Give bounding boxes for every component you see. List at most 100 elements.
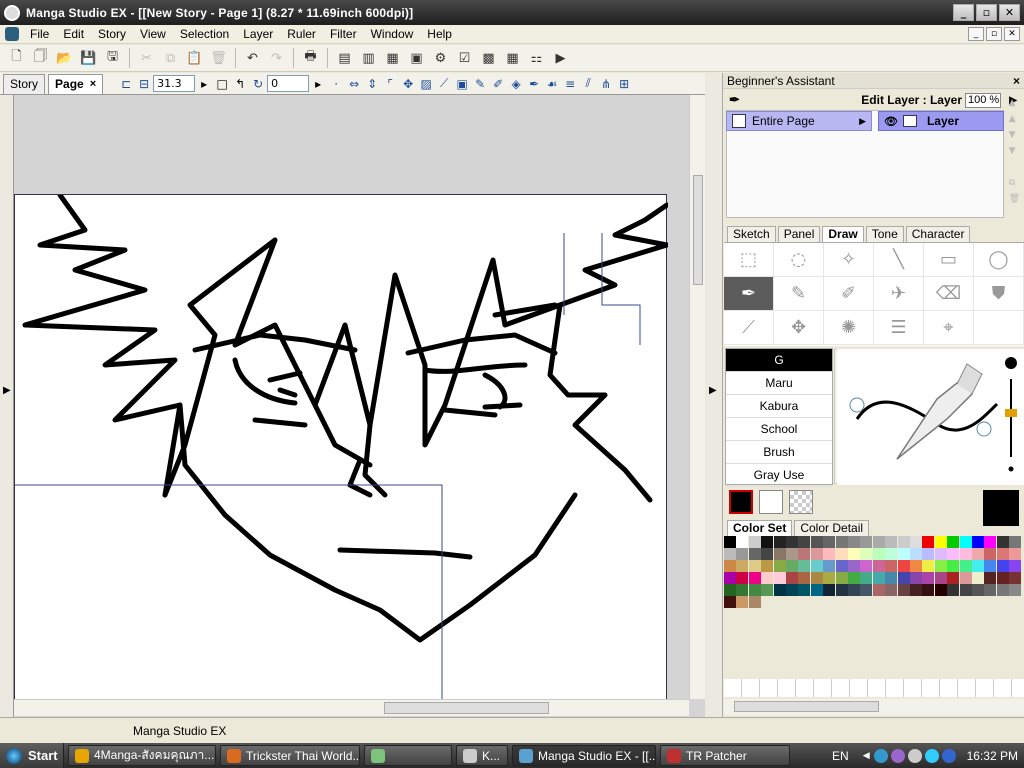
start-button[interactable]: Start [0,743,64,768]
rectangle-icon[interactable]: ▭ [924,243,974,277]
palette-color[interactable] [934,584,947,596]
focus-lines-icon[interactable]: ⋔ [597,75,615,93]
horizontal-scrollbar[interactable] [14,699,689,716]
new-page-icon[interactable]: 🗋 [6,48,27,69]
palette-color[interactable] [823,572,836,584]
palette-color[interactable] [773,560,786,572]
palette-color[interactable] [947,584,960,596]
palette-color[interactable] [798,584,811,596]
menu-help[interactable]: Help [420,27,459,41]
eyedropper-icon[interactable]: ✒ [525,75,543,93]
task-tr-patcher[interactable]: TR Patcher [660,745,790,766]
palette-color[interactable] [947,536,960,548]
save-all-icon[interactable]: 🖫 [102,48,123,69]
flip-vertical-icon[interactable]: ⇕ [363,75,381,93]
palette-color[interactable] [885,572,898,584]
tab-page[interactable]: Page × [48,73,104,94]
tray-icon[interactable] [890,748,905,763]
language-indicator[interactable]: EN [832,749,849,763]
eraser-icon[interactable]: ⌫ [924,277,974,311]
palette-color[interactable] [736,572,749,584]
parallel-lines-icon[interactable]: ☰ [874,311,924,345]
palette-color[interactable] [724,560,736,572]
menu-story[interactable]: Story [91,27,133,41]
palette-color[interactable] [736,584,749,596]
palette-color[interactable] [922,536,935,548]
palette-color[interactable] [897,584,910,596]
tray-expand-icon[interactable]: ◀ [863,750,870,761]
palette-color[interactable] [897,560,910,572]
menu-selection[interactable]: Selection [173,27,236,41]
brush-item[interactable]: Kabura [726,395,832,418]
palette-color[interactable] [897,548,910,560]
palette-color[interactable] [959,536,972,548]
palette-color[interactable] [798,560,811,572]
palette-color[interactable] [748,584,761,596]
tab-character[interactable]: Character [905,226,971,242]
task-trickster[interactable]: Trickster Thai World... [220,745,360,766]
manga-page[interactable] [14,194,668,700]
tab-color-detail[interactable]: Color Detail [794,520,870,536]
perspective-icon[interactable]: ⊞ [615,75,633,93]
palette-color[interactable] [798,536,811,548]
new-story-icon[interactable]: 🗍 [30,48,51,69]
palette-color[interactable] [922,560,935,572]
brush-icon[interactable]: ☙ [543,75,561,93]
palette-color[interactable] [885,584,898,596]
rect-select-icon[interactable]: ⬚ [724,243,774,277]
palette-color[interactable] [922,572,935,584]
palette-color[interactable] [748,596,761,608]
tab-story[interactable]: Story [3,73,46,94]
palette-color[interactable] [959,560,972,572]
palette-color[interactable] [860,536,873,548]
marker-icon[interactable]: ✐ [489,75,507,93]
palette-color[interactable] [910,584,922,596]
palette-color[interactable] [885,536,898,548]
palette-color[interactable] [761,548,774,560]
grid-icon[interactable]: ▩ [478,48,499,69]
palette-color[interactable] [872,584,885,596]
palette-color[interactable] [947,560,960,572]
eyedropper-tool-icon[interactable]: ⟋ [724,311,774,345]
palette-color[interactable] [972,584,984,596]
palette-color[interactable] [786,572,798,584]
panel-close-icon[interactable]: × [1013,74,1020,88]
palette-color[interactable] [786,584,798,596]
page-view-icon[interactable]: □ [213,75,231,93]
palette-color[interactable] [748,560,761,572]
palette-color[interactable] [761,572,774,584]
print-icon[interactable]: 🖶 [300,48,321,69]
tray-icon[interactable] [924,748,939,763]
palette-color[interactable] [798,548,811,560]
doc-restore-button[interactable]: ▫ [986,27,1002,41]
palette-color[interactable] [996,560,1009,572]
palette-color[interactable] [736,536,749,548]
palette-color[interactable] [810,536,823,548]
palette-color[interactable] [748,572,761,584]
palette-color[interactable] [724,596,736,608]
palette-color[interactable] [724,572,736,584]
palette-color[interactable] [810,548,823,560]
layer-order-buttons[interactable]: ▲ ▲ ▼ ▼ ⧉ 🗑 [1009,95,1020,207]
menu-ruler[interactable]: Ruler [280,27,323,41]
palette-color[interactable] [736,548,749,560]
palette-color[interactable] [848,572,860,584]
palette-color[interactable] [1009,560,1022,572]
palette-color[interactable] [984,560,997,572]
palette-color[interactable] [748,548,761,560]
palette-color[interactable] [748,536,761,548]
palette-color[interactable] [984,536,997,548]
palette-color[interactable] [810,584,823,596]
palette-color[interactable] [947,572,960,584]
palette-color[interactable] [835,536,848,548]
menu-file[interactable]: File [23,27,56,41]
palette-color[interactable] [823,548,836,560]
task-app[interactable] [364,745,452,766]
palette-color[interactable] [1009,572,1022,584]
tray-icon[interactable] [907,748,922,763]
copy-icon[interactable]: ⧉ [160,48,181,69]
task-manga-studio[interactable]: Manga Studio EX - [[... [512,745,656,766]
palette-color[interactable] [823,536,836,548]
opacity-input[interactable]: 100 % [965,92,1001,108]
palette-color[interactable] [761,584,774,596]
